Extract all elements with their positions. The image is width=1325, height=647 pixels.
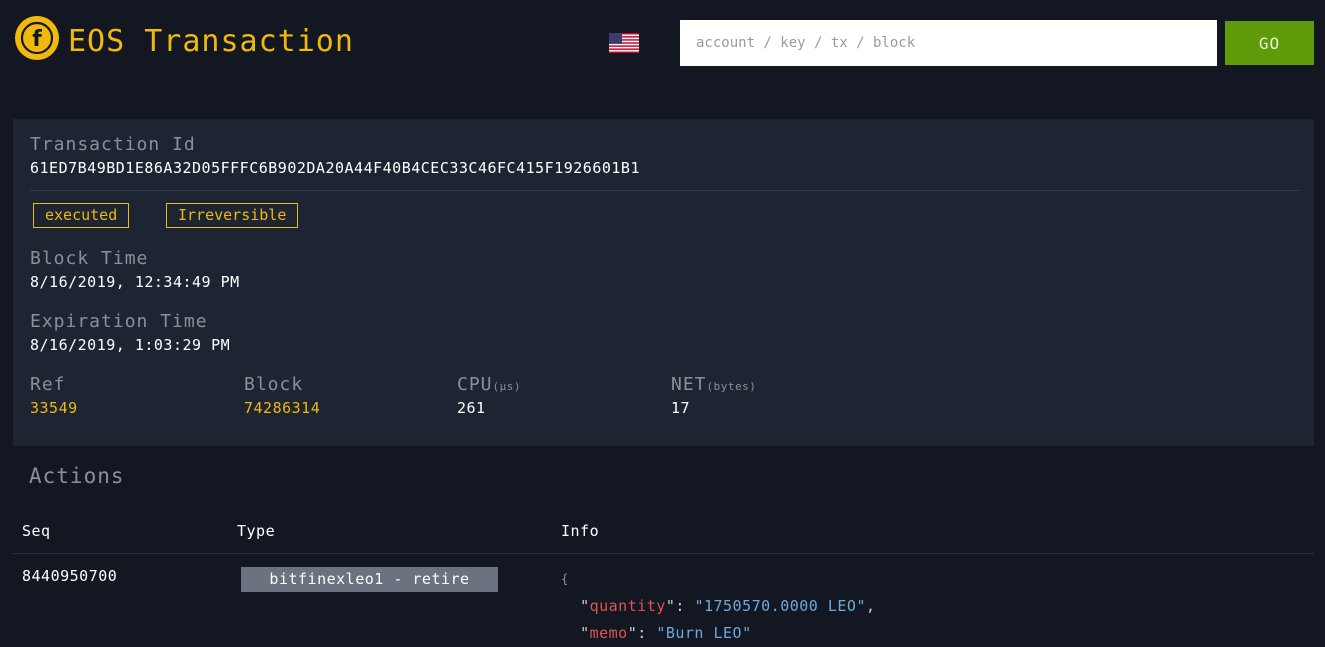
cpu-label-text: CPU xyxy=(457,374,493,395)
expiration-time-value: 8/16/2019, 1:03:29 PM xyxy=(30,336,231,354)
column-header-type: Type xyxy=(237,522,276,540)
json-open-brace: { xyxy=(561,572,569,586)
svg-text:f: f xyxy=(32,27,42,52)
transaction-id: 61ED7B49BD1E86A32D05FFFC6B902DA20A44F40B… xyxy=(30,159,640,177)
actions-table: Seq Type Info 8440950700 bitfinexleo1 - … xyxy=(13,508,1314,645)
action-seq: 8440950700 xyxy=(22,567,118,585)
status-badge-irreversible: Irreversible xyxy=(166,203,299,228)
json-key-quantity: quantity xyxy=(589,597,666,615)
divider xyxy=(30,190,1299,191)
cpu-label: CPU(µs) xyxy=(457,374,521,395)
json-value-memo: Burn LEO xyxy=(665,624,743,642)
ref-link[interactable]: 33549 xyxy=(30,399,78,417)
block-time-value: 8/16/2019, 12:34:49 PM xyxy=(30,273,240,291)
cpu-value: 261 xyxy=(457,399,486,417)
json-value-quantity: 1750570.0000 LEO xyxy=(703,597,857,615)
block-link[interactable]: 74286314 xyxy=(244,399,320,417)
go-button[interactable]: GO xyxy=(1225,21,1314,65)
search-input[interactable] xyxy=(680,20,1217,66)
column-header-info: Info xyxy=(561,522,600,540)
header: f EOS Transaction GO xyxy=(0,0,1325,90)
net-label-text: NET xyxy=(671,374,707,395)
divider xyxy=(13,553,1314,554)
status-badge-executed: executed xyxy=(33,203,130,228)
json-key-memo: memo xyxy=(589,624,628,642)
ref-label: Ref xyxy=(30,374,66,395)
net-value: 17 xyxy=(671,399,691,417)
block-label: Block xyxy=(244,374,304,395)
us-flag-icon[interactable] xyxy=(609,33,639,53)
page-title: EOS Transaction xyxy=(68,24,354,59)
action-info-json: { "quantity": "1750570.0000 LEO", "memo"… xyxy=(561,572,876,642)
block-time-label: Block Time xyxy=(30,248,149,269)
net-label: NET(bytes) xyxy=(671,374,756,395)
action-type-badge[interactable]: bitfinexleo1 - retire xyxy=(241,567,498,592)
transaction-panel: Transaction Id 61ED7B49BD1E86A32D05FFFC6… xyxy=(13,119,1314,446)
expiration-time-label: Expiration Time xyxy=(30,311,208,332)
column-header-seq: Seq xyxy=(22,522,51,540)
net-unit: (bytes) xyxy=(706,380,757,393)
cpu-unit: (µs) xyxy=(492,380,522,393)
transaction-id-label: Transaction Id xyxy=(30,134,196,155)
actions-title: Actions xyxy=(29,464,125,488)
logo-icon[interactable]: f xyxy=(15,16,59,60)
